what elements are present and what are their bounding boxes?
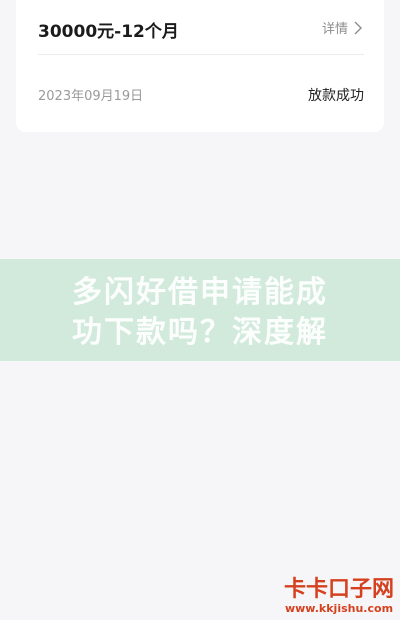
article-title-overlay: 多闪好借申请能成 功下款吗？深度解: [0, 259, 400, 361]
overlay-title: 多闪好借申请能成 功下款吗？深度解: [0, 273, 400, 353]
chevron-right-icon: [354, 21, 362, 34]
watermark-site-name: 卡卡口子网: [284, 576, 395, 602]
watermark-url: www.kkjishu.com: [284, 602, 394, 615]
loan-status: 放款成功: [308, 88, 364, 104]
site-watermark: 卡卡口子网 www.kkjishu.com: [284, 576, 394, 616]
overlay-title-line-2: 功下款吗？深度解: [72, 315, 328, 350]
loan-date: 2023年09月19日: [38, 89, 144, 104]
detail-link[interactable]: 详情: [322, 18, 364, 37]
detail-link-label: 详情: [321, 22, 348, 37]
overlay-title-line-1: 多闪好借申请能成: [72, 275, 328, 310]
loan-record-card[interactable]: 30000元-12个月 详情 2023年09月19日 放款成功: [16, 0, 384, 132]
loan-amount-term: 30000元-12个月: [38, 22, 179, 42]
card-divider: [38, 54, 364, 55]
